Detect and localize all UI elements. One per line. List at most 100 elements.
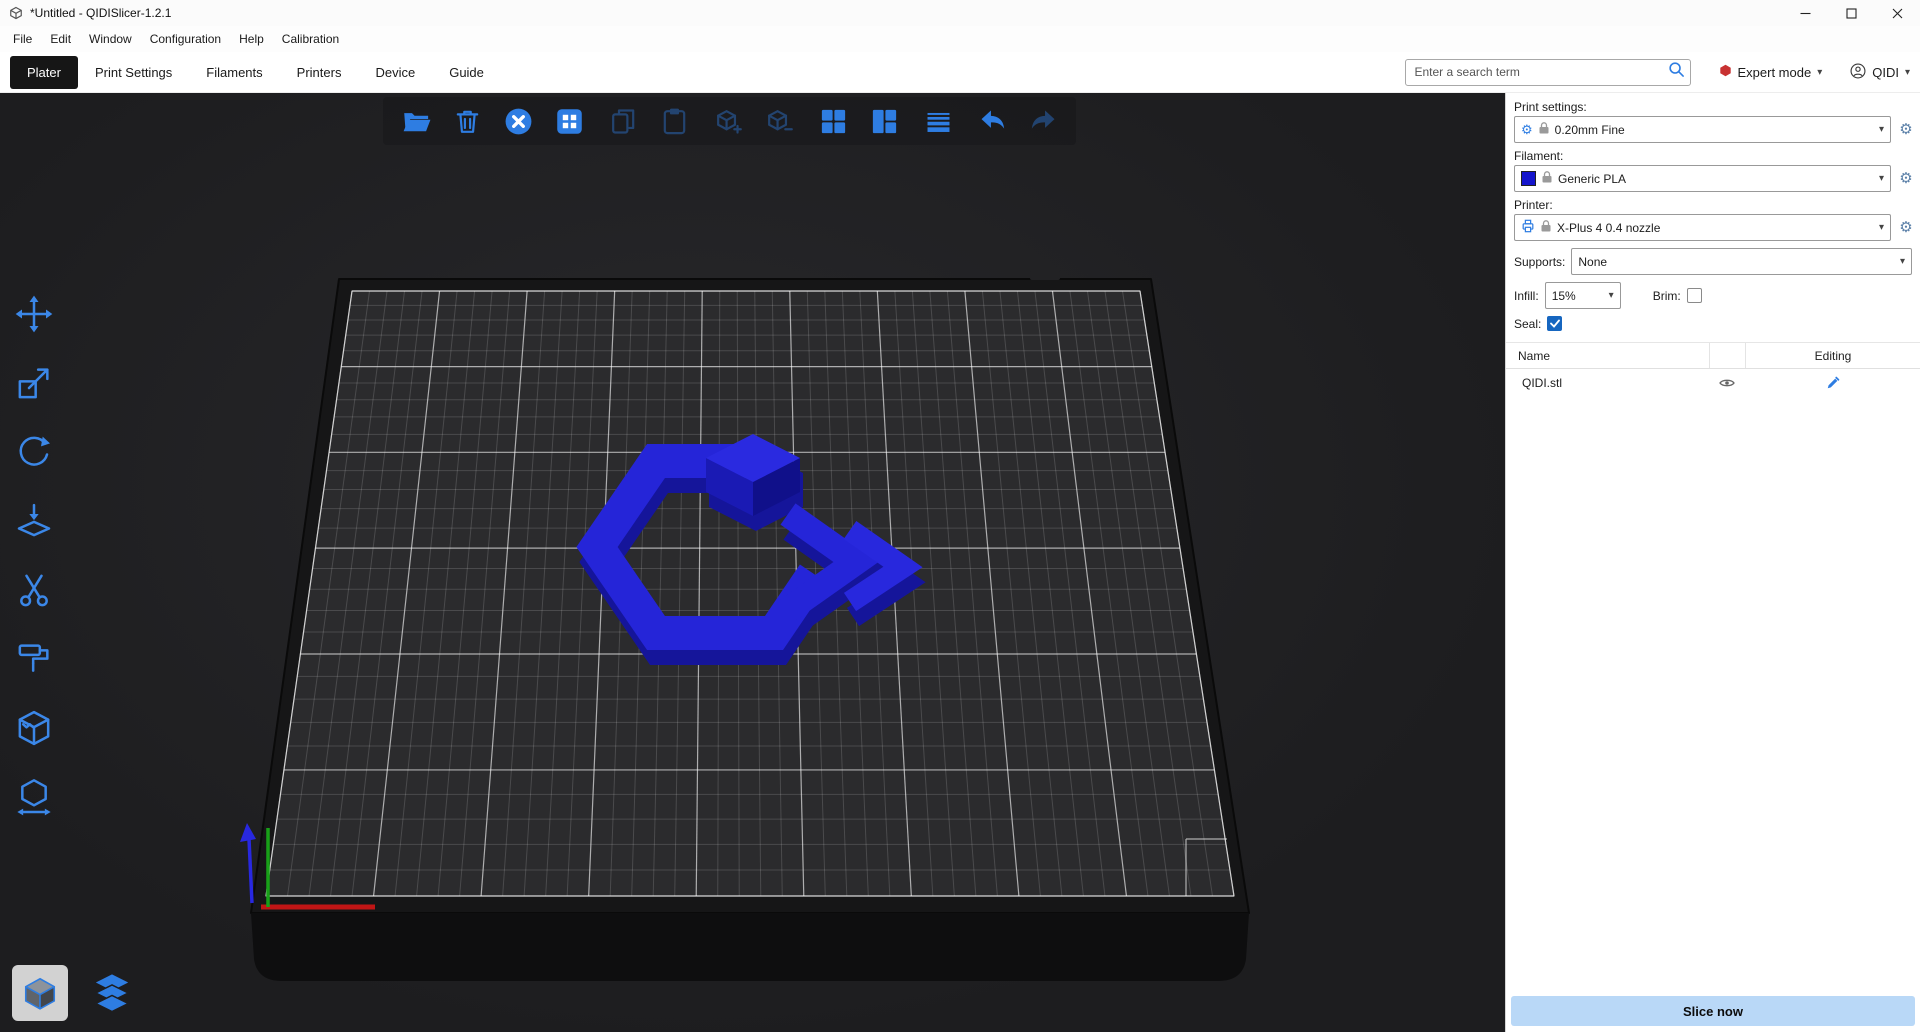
brim-label: Brim: <box>1653 289 1681 303</box>
supports-combo[interactable]: None ▾ <box>1571 248 1912 275</box>
search-input[interactable] <box>1413 64 1668 80</box>
window-controls <box>1782 0 1920 26</box>
variable-layer-height-icon[interactable] <box>919 102 957 140</box>
close-button[interactable] <box>1874 0 1920 26</box>
z-axis <box>249 839 252 903</box>
object-row-qidi-stl[interactable]: QIDI.stl <box>1506 369 1920 396</box>
viewport-3d[interactable] <box>0 93 1505 1032</box>
seal-label: Seal: <box>1514 317 1541 331</box>
expert-mode-icon <box>1719 64 1732 80</box>
tab-plater[interactable]: Plater <box>10 56 78 89</box>
lock-icon <box>1541 220 1551 235</box>
tab-print-settings[interactable]: Print Settings <box>78 56 189 89</box>
printer-combo[interactable]: X-Plus 4 0.4 nozzle ▾ <box>1514 214 1891 241</box>
search-box[interactable] <box>1405 59 1691 86</box>
plater-toolbar <box>383 97 1076 145</box>
tab-device[interactable]: Device <box>358 56 432 89</box>
object-list: Name Editing QIDI.stl <box>1506 342 1920 396</box>
slice-now-button[interactable]: Slice now <box>1511 996 1915 1026</box>
seal-checkbox[interactable] <box>1547 316 1562 331</box>
menu-window[interactable]: Window <box>80 28 141 50</box>
split-to-objects-icon[interactable] <box>814 102 852 140</box>
infill-value: 15% <box>1552 289 1603 303</box>
arrange-icon[interactable] <box>550 102 588 140</box>
filament-gear-button[interactable]: ⚙ <box>1896 171 1916 186</box>
supports-value: None <box>1578 255 1894 269</box>
qidislicer-window: *Untitled - QIDISlicer-1.2.1 File Edit W… <box>0 0 1920 1032</box>
add-instance-icon[interactable] <box>709 102 747 140</box>
print-settings-gear-button[interactable]: ⚙ <box>1896 122 1916 137</box>
printer-gear-button[interactable]: ⚙ <box>1896 220 1916 235</box>
editor-3d-view-button[interactable] <box>12 965 68 1021</box>
lock-icon <box>1539 122 1549 137</box>
redo-icon[interactable] <box>1024 102 1062 140</box>
printer-value: X-Plus 4 0.4 nozzle <box>1557 221 1873 235</box>
move-tool-icon[interactable] <box>13 293 55 335</box>
menu-edit[interactable]: Edit <box>41 28 80 50</box>
paint-supports-tool-icon[interactable] <box>13 638 55 680</box>
tab-guide[interactable]: Guide <box>432 56 501 89</box>
tab-printers[interactable]: Printers <box>280 56 359 89</box>
main-area: Print settings: ⚙ 0.20mm Fine ▾ ⚙ Filame… <box>0 93 1920 1032</box>
menu-file[interactable]: File <box>4 28 41 50</box>
rotate-tool-icon[interactable] <box>13 431 55 473</box>
account-label: QIDI <box>1872 65 1899 80</box>
seam-painting-tool-icon[interactable] <box>13 707 55 749</box>
infill-label: Infill: <box>1514 289 1539 303</box>
filament-color-swatch <box>1521 171 1536 186</box>
titlebar: *Untitled - QIDISlicer-1.2.1 <box>0 0 1920 26</box>
chevron-down-icon: ▾ <box>1879 222 1884 233</box>
scale-tool-icon[interactable] <box>13 362 55 404</box>
toolbar-group-file <box>397 102 588 140</box>
toolbar-group-history <box>973 102 1062 140</box>
remove-instance-icon[interactable] <box>760 102 798 140</box>
print-settings-row: ⚙ 0.20mm Fine ▾ ⚙ <box>1506 116 1920 146</box>
toolbar-group-layers <box>919 102 957 140</box>
scene-canvas[interactable] <box>0 93 1505 1032</box>
seal-row: Seal: <box>1506 312 1920 334</box>
paste-icon[interactable] <box>655 102 693 140</box>
column-header-editing: Editing <box>1745 343 1920 368</box>
view-switch <box>12 965 140 1021</box>
print-settings-combo[interactable]: ⚙ 0.20mm Fine ▾ <box>1514 116 1891 143</box>
object-name: QIDI.stl <box>1506 376 1709 390</box>
cut-tool-icon[interactable] <box>13 569 55 611</box>
minimize-button[interactable] <box>1782 0 1828 26</box>
copy-icon[interactable] <box>604 102 642 140</box>
toolbar-group-clipboard <box>604 102 693 140</box>
print-settings-label: Print settings: <box>1506 97 1920 116</box>
column-header-name: Name <box>1506 343 1709 368</box>
menu-configuration[interactable]: Configuration <box>141 28 230 50</box>
open-project-icon[interactable] <box>397 102 435 140</box>
chevron-down-icon: ▾ <box>1905 67 1910 78</box>
brim-checkbox[interactable] <box>1687 288 1702 303</box>
visibility-eye-icon[interactable] <box>1709 377 1745 389</box>
delete-all-icon[interactable] <box>499 102 537 140</box>
mode-selector[interactable]: Expert mode ▾ <box>1719 64 1823 80</box>
filament-combo[interactable]: Generic PLA ▾ <box>1514 165 1891 192</box>
menu-help[interactable]: Help <box>230 28 273 50</box>
chevron-down-icon: ▾ <box>1609 290 1614 301</box>
mode-label: Expert mode <box>1738 65 1812 80</box>
place-on-face-tool-icon[interactable] <box>13 500 55 542</box>
profile-gear-icon: ⚙ <box>1521 123 1533 136</box>
account-selector[interactable]: QIDI ▾ <box>1850 63 1910 82</box>
gizmo-toolbar <box>13 293 55 818</box>
account-icon <box>1850 63 1866 82</box>
infill-combo[interactable]: 15% ▾ <box>1545 282 1621 309</box>
z-axis-arrowhead <box>240 823 256 842</box>
preview-layers-button[interactable] <box>84 965 140 1021</box>
printer-label: Printer: <box>1506 195 1920 214</box>
tab-filaments[interactable]: Filaments <box>189 56 279 89</box>
measure-tool-icon[interactable] <box>13 776 55 818</box>
search-icon[interactable] <box>1668 61 1685 83</box>
menu-calibration[interactable]: Calibration <box>273 28 348 50</box>
delete-icon[interactable] <box>448 102 486 140</box>
maximize-button[interactable] <box>1828 0 1874 26</box>
toolbar-group-instances <box>709 102 798 140</box>
undo-icon[interactable] <box>973 102 1011 140</box>
split-to-parts-icon[interactable] <box>865 102 903 140</box>
edit-object-icon[interactable] <box>1745 376 1920 390</box>
supports-row: Supports: None ▾ <box>1506 244 1920 278</box>
filament-value: Generic PLA <box>1558 172 1873 186</box>
